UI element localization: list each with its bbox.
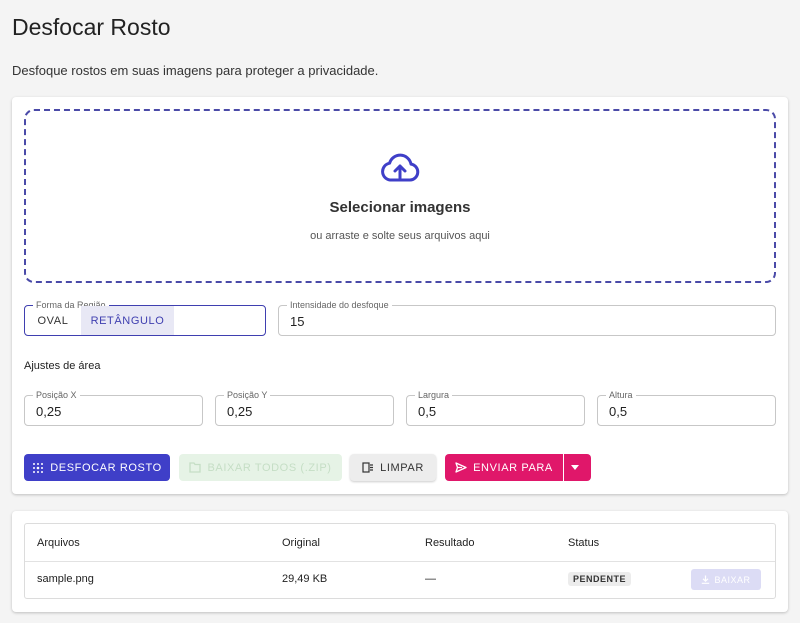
position-y-value[interactable]: 0,25 [227, 404, 252, 419]
download-file-button[interactable]: BAIXAR [691, 569, 761, 590]
send-to-menu-button[interactable] [564, 454, 591, 481]
send-to-label: ENVIAR PARA [473, 461, 553, 474]
status-badge: PENDENTE [568, 572, 632, 586]
region-shape-toggle: Forma da Região OVAL RETÂNGULO [24, 299, 266, 336]
width-label: Largura [415, 389, 453, 401]
blur-grid-icon [33, 462, 44, 473]
shape-option-rectangle[interactable]: RETÂNGULO [81, 306, 174, 335]
position-x-label: Posição X [33, 389, 80, 401]
column-header-files: Arquivos [37, 537, 80, 549]
position-y-label: Posição Y [224, 389, 271, 401]
file-original-size: 29,49 KB [282, 573, 328, 585]
width-field[interactable]: Largura 0,5 [406, 389, 585, 426]
column-header-status: Status [568, 537, 600, 549]
caret-down-icon [570, 465, 579, 470]
send-to-button[interactable]: ENVIAR PARA [445, 454, 563, 481]
column-header-result: Resultado [425, 537, 475, 549]
position-y-field[interactable]: Posição Y 0,25 [215, 389, 394, 426]
page-subtitle: Desfoque rostos em suas imagens para pro… [12, 63, 379, 78]
height-field[interactable]: Altura 0,5 [597, 389, 776, 426]
file-result: — [425, 573, 436, 585]
position-x-value[interactable]: 0,25 [36, 404, 61, 419]
download-zip-button[interactable]: BAIXAR TODOS (.ZIP) [179, 454, 342, 481]
page-title: Desfocar Rosto [12, 14, 171, 40]
clear-icon [362, 462, 374, 473]
height-value[interactable]: 0,5 [609, 404, 627, 419]
main-card: Selecionar imagens ou arraste e solte se… [12, 97, 788, 494]
shape-option-oval[interactable]: OVAL [25, 306, 81, 335]
table-divider [25, 561, 775, 562]
height-label: Altura [606, 389, 636, 401]
image-dropzone[interactable]: Selecionar imagens ou arraste e solte se… [24, 109, 776, 283]
dropzone-hint: ou arraste e solte seus arquivos aqui [310, 230, 490, 242]
area-settings-heading: Ajustes de área [24, 360, 101, 372]
send-icon [455, 462, 467, 473]
clear-button[interactable]: LIMPAR [350, 454, 436, 481]
dropzone-title: Selecionar imagens [329, 199, 471, 216]
blur-face-label: DESFOCAR ROSTO [50, 461, 162, 474]
blur-intensity-label: Intensidade do desfoque [287, 299, 392, 311]
cloud-upload-icon [381, 153, 420, 182]
files-table: Arquivos Original Resultado Status sampl… [24, 523, 776, 599]
file-name: sample.png [37, 573, 94, 585]
width-value[interactable]: 0,5 [418, 404, 436, 419]
files-card: Arquivos Original Resultado Status sampl… [12, 511, 788, 612]
clear-label: LIMPAR [380, 461, 424, 474]
download-file-label: BAIXAR [714, 574, 751, 585]
blur-intensity-field[interactable]: Intensidade do desfoque 15 [278, 299, 776, 336]
blur-face-button[interactable]: DESFOCAR ROSTO [24, 454, 170, 481]
folder-zip-icon [189, 462, 202, 473]
download-icon [702, 575, 710, 584]
position-x-field[interactable]: Posição X 0,25 [24, 389, 203, 426]
blur-intensity-value[interactable]: 15 [290, 314, 304, 329]
download-zip-label: BAIXAR TODOS (.ZIP) [207, 461, 332, 474]
column-header-original: Original [282, 537, 320, 549]
